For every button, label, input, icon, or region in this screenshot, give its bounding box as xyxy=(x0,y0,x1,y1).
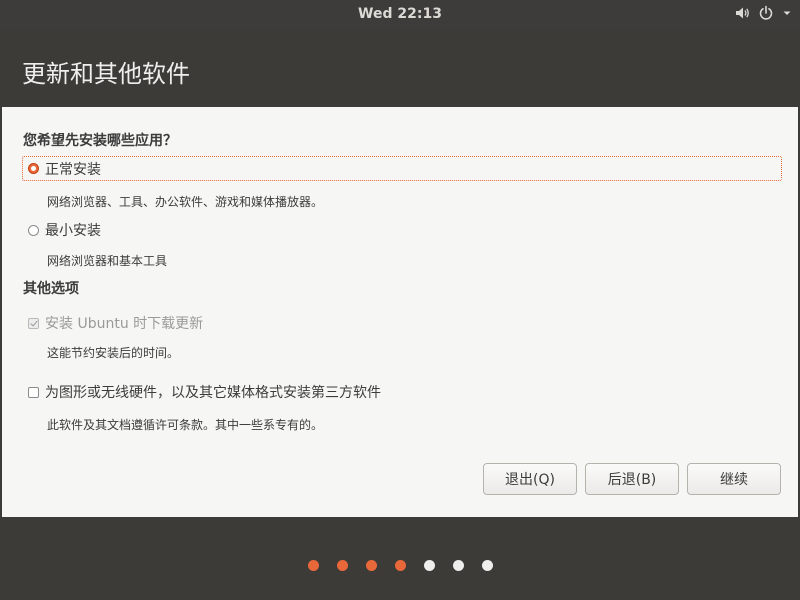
download-updates-checkbox[interactable]: 安装 Ubuntu 时下载更新 xyxy=(28,312,203,334)
system-tray[interactable] xyxy=(734,5,792,21)
normal-install-label[interactable]: 正常安装 xyxy=(45,159,101,179)
radio-selected-icon[interactable] xyxy=(28,163,39,174)
minimal-install-label[interactable]: 最小安装 xyxy=(45,220,101,240)
third-party-software-label[interactable]: 为图形或无线硬件，以及其它媒体格式安装第三方软件 xyxy=(45,382,381,402)
progress-dot-complete xyxy=(394,560,406,571)
progress-dot-complete xyxy=(365,560,377,571)
progress-dot-pending xyxy=(452,560,464,571)
progress-dot-pending xyxy=(423,560,435,571)
progress-dot-pending xyxy=(481,560,493,571)
top-panel: Wed 22:13 xyxy=(0,0,800,30)
main-content: 您希望先安装哪些应用？ 正常安装 网络浏览器、工具、办公软件、游戏和媒体播放器。… xyxy=(2,107,798,517)
radio-unselected-icon[interactable] xyxy=(28,224,39,236)
third-party-software-checkbox[interactable]: 为图形或无线硬件，以及其它媒体格式安装第三方软件 xyxy=(28,381,381,403)
checkbox-checked-icon[interactable] xyxy=(28,317,39,329)
download-updates-label[interactable]: 安装 Ubuntu 时下载更新 xyxy=(45,313,203,333)
minimal-install-description: 网络浏览器和基本工具 xyxy=(47,254,168,268)
chevron-down-icon[interactable] xyxy=(782,5,792,21)
continue-button[interactable]: 继续 xyxy=(687,463,781,495)
normal-install-description: 网络浏览器、工具、办公软件、游戏和媒体播放器。 xyxy=(47,195,324,209)
checkbox-unchecked-icon[interactable] xyxy=(28,386,39,398)
quit-button[interactable]: 退出(Q) xyxy=(483,463,577,495)
third-party-software-description: 此软件及其文档遵循许可条款。其中一些系专有的。 xyxy=(47,418,324,432)
normal-install-radio[interactable]: 正常安装 xyxy=(22,156,782,181)
other-options-heading: 其他选项 xyxy=(23,281,79,297)
clock[interactable]: Wed 22:13 xyxy=(0,6,800,22)
progress-dots xyxy=(0,560,800,571)
page-title: 更新和其他软件 xyxy=(22,60,190,88)
installer-footer xyxy=(0,517,800,600)
minimal-install-radio[interactable]: 最小安装 xyxy=(28,219,101,241)
progress-dot-complete xyxy=(307,560,319,571)
window-titlebar: 更新和其他软件 xyxy=(0,30,800,107)
download-updates-description: 这能节约安装后的时间。 xyxy=(47,346,180,360)
back-button[interactable]: 后退(B) xyxy=(585,463,679,495)
install-type-question: 您希望先安装哪些应用？ xyxy=(23,133,177,149)
volume-icon[interactable] xyxy=(734,5,750,21)
progress-dot-complete xyxy=(336,560,348,571)
power-icon[interactable] xyxy=(758,5,774,21)
